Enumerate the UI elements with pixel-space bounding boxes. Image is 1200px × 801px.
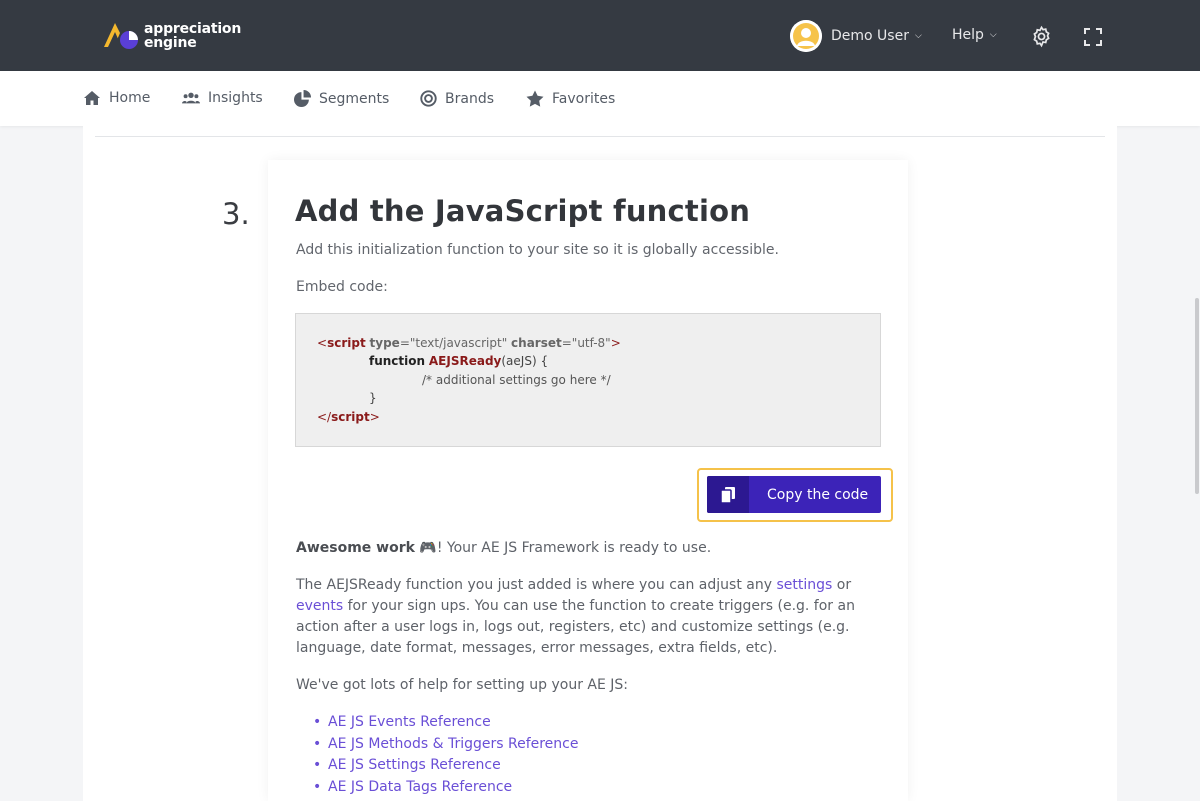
- star-icon: [526, 90, 544, 107]
- embed-code-label: Embed code:: [296, 279, 388, 295]
- target-icon: [420, 90, 437, 107]
- events-link[interactable]: events: [296, 598, 343, 614]
- top-bar: appreciation engine Demo User ⌵ Help ⌵: [0, 0, 1200, 71]
- logo-text: appreciation engine: [144, 22, 241, 50]
- pie-chart-icon: [294, 90, 311, 107]
- nav-item-insights[interactable]: Insights: [182, 90, 263, 106]
- success-message: Awesome work 🎮! Your AE JS Framework is …: [296, 538, 866, 559]
- help-label: Help: [952, 27, 984, 43]
- code-line-3: /* additional settings go here */: [422, 373, 611, 387]
- logo-line-1: appreciation: [144, 21, 242, 37]
- ref-events-link[interactable]: AE JS Events Reference: [328, 714, 491, 730]
- ref-datatags-link[interactable]: AE JS Data Tags Reference: [328, 779, 512, 795]
- chevron-down-icon: ⌵: [989, 30, 997, 40]
- code-line-5: </script>: [317, 410, 380, 424]
- avatar: [790, 20, 822, 52]
- nav-label: Favorites: [552, 90, 616, 107]
- help-intro: We've got lots of help for setting up yo…: [296, 677, 629, 693]
- list-item: AE JS Data Tags Reference: [313, 777, 578, 799]
- logo-line-2: engine: [144, 35, 197, 51]
- copy-code-button[interactable]: Copy the code: [707, 476, 881, 513]
- nav-label: Segments: [319, 90, 390, 107]
- nav-item-segments[interactable]: Segments: [294, 90, 389, 107]
- gear-icon[interactable]: [1030, 25, 1053, 48]
- chevron-down-icon: ⌵: [914, 31, 922, 41]
- code-block[interactable]: <script type="text/javascript" charset="…: [295, 313, 881, 447]
- code-line-1: <script type="text/javascript" charset="…: [317, 336, 621, 350]
- step-number: 3.: [222, 197, 250, 231]
- reference-list: AE JS Events Reference AE JS Methods & T…: [313, 712, 578, 799]
- success-text: ! Your AE JS Framework is ready to use.: [436, 540, 712, 556]
- brand-logo[interactable]: appreciation engine: [102, 19, 241, 53]
- list-item: AE JS Methods & Triggers Reference: [313, 734, 578, 756]
- user-name: Demo User: [831, 28, 909, 44]
- ajsready-paragraph: The AEJSReady function you just added is…: [296, 577, 855, 656]
- home-icon: [84, 91, 100, 105]
- ref-settings-link[interactable]: AE JS Settings Reference: [328, 757, 501, 773]
- copy-code-label: Copy the code: [767, 486, 869, 503]
- settings-link[interactable]: settings: [776, 577, 832, 593]
- step-title: Add the JavaScript function: [295, 194, 751, 228]
- fullscreen-icon[interactable]: [1083, 27, 1103, 47]
- users-icon: [182, 92, 200, 104]
- copy-icon: [707, 476, 749, 513]
- ref-methods-link[interactable]: AE JS Methods & Triggers Reference: [328, 736, 578, 752]
- nav-label: Insights: [208, 90, 263, 106]
- nav-item-brands[interactable]: Brands: [420, 90, 494, 107]
- logo-mark-icon: [102, 19, 142, 53]
- list-item: AE JS Settings Reference: [313, 755, 578, 777]
- step-description: Add this initialization function to your…: [296, 242, 779, 258]
- nav-label: Home: [109, 90, 151, 106]
- page-scrollbar[interactable]: [1195, 298, 1199, 494]
- nav-label: Brands: [445, 90, 494, 107]
- gamepad-emoji-icon: 🎮: [419, 540, 437, 556]
- main-nav: Home Insights Segments Brands Favorites: [0, 71, 1200, 126]
- code-line-4: }: [369, 391, 377, 405]
- help-menu[interactable]: Help ⌵: [952, 27, 997, 43]
- list-item: AE JS Events Reference: [313, 712, 578, 734]
- success-bold: Awesome work: [296, 540, 415, 556]
- nav-item-favorites[interactable]: Favorites: [526, 90, 615, 107]
- code-line-2: function AEJSReady(aeJS) {: [369, 354, 549, 368]
- user-menu[interactable]: Demo User ⌵: [790, 20, 922, 52]
- section-divider: [95, 136, 1105, 137]
- nav-item-home[interactable]: Home: [83, 90, 150, 106]
